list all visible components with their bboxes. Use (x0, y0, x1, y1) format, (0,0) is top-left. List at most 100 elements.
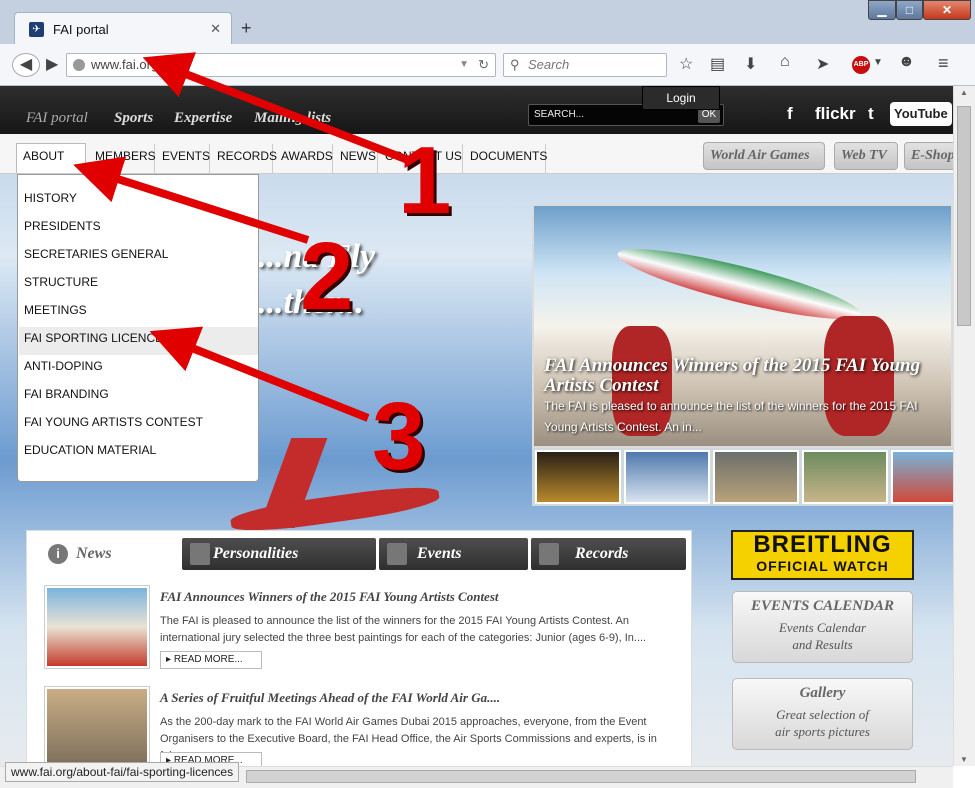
menu-hamburger-icon[interactable]: ≡ (938, 53, 949, 74)
gallery-box[interactable]: Gallery Great selection of air sports pi… (732, 678, 913, 750)
new-tab-icon[interactable]: + (241, 18, 252, 39)
tab-personalities[interactable]: Personalities (182, 538, 376, 570)
numeral-one-icon (190, 543, 210, 565)
news-body: The FAI is pleased to announce the list … (160, 615, 647, 644)
vertical-scroll-thumb[interactable] (957, 106, 971, 326)
thumbnail-trophies[interactable] (535, 450, 621, 504)
about-fai-dropdown: HISTORY PRESIDENTS SECRETARIES GENERAL S… (17, 174, 259, 482)
browser-titlebar: ✈ FAI portal ✕ + ▁ □ ✕ (0, 0, 975, 46)
home-icon[interactable]: ⌂ (780, 53, 790, 71)
thumbnail-pilot[interactable] (713, 450, 799, 504)
menu-awards[interactable]: AWARDS (275, 144, 333, 174)
world-air-games-pill[interactable]: World Air Games (703, 142, 825, 170)
dropdown-history[interactable]: HISTORY (19, 187, 258, 215)
tab-title: FAI portal (53, 22, 109, 37)
bookmark-star-icon[interactable]: ☆ (679, 54, 693, 74)
top-link-fai-portal[interactable]: FAI portal (26, 110, 88, 127)
reload-icon[interactable]: ↻ (478, 54, 489, 76)
site-top-strip: FAI portal Sports Expertise Mailing list… (0, 86, 953, 134)
featured-story-body: The FAI is pleased to announce the list … (544, 399, 918, 434)
thumbnail-glider[interactable] (624, 450, 710, 504)
menu-about-fai[interactable]: ABOUT FAI (16, 143, 86, 187)
menu-documents[interactable]: DOCUMENTS (464, 144, 547, 174)
browser-search-placeholder: Search (528, 57, 570, 72)
news-title[interactable]: A Series of Fruitful Meetings Ahead of t… (160, 690, 680, 706)
browser-tab[interactable]: ✈ FAI portal ✕ (14, 12, 232, 46)
tab-close-icon[interactable]: ✕ (210, 21, 221, 37)
adblock-icon[interactable]: ABP (852, 56, 870, 74)
vertical-scrollbar[interactable]: ▲ ▼ (953, 86, 975, 766)
annotation-number-2: 2 (300, 223, 354, 330)
browser-search-input[interactable]: ⚲ Search (503, 53, 667, 77)
smiley-icon[interactable]: ☻ (898, 53, 915, 71)
events-calendar-sub2: and Results (792, 637, 853, 652)
thumbnail-hall[interactable] (802, 450, 888, 504)
menu-members[interactable]: MEMBERS (89, 144, 156, 174)
tab-events-label: Events (417, 545, 462, 562)
top-link-sports[interactable]: Sports (114, 110, 153, 127)
scroll-up-icon[interactable]: ▲ (960, 88, 968, 97)
forward-icon[interactable]: ▶ (46, 54, 58, 74)
grid-icon (539, 543, 559, 565)
maximize-button[interactable]: □ (896, 0, 923, 20)
news-thumbnail[interactable] (44, 686, 150, 766)
flickr-icon[interactable]: flickr (815, 102, 856, 126)
facebook-icon[interactable]: f (787, 102, 793, 126)
twitter-icon[interactable]: t (868, 102, 874, 126)
dropdown-fai-branding[interactable]: FAI BRANDING (19, 383, 258, 411)
url-dropdown-icon[interactable]: ▼ (459, 54, 469, 76)
dropdown-secretaries-general[interactable]: SECRETARIES GENERAL (19, 243, 258, 271)
youtube-icon[interactable]: YouTube (890, 102, 952, 126)
news-title[interactable]: FAI Announces Winners of the 2015 FAI Yo… (160, 589, 680, 605)
horizontal-scroll-thumb[interactable] (246, 770, 916, 783)
menu-events[interactable]: EVENTS (156, 144, 210, 174)
dropdown-meetings[interactable]: MEETINGS (19, 299, 258, 327)
tab-personalities-label: Personalities (213, 545, 299, 562)
events-calendar-sub1: Events Calendar (778, 620, 866, 635)
web-page: FAI portal Sports Expertise Mailing list… (0, 86, 953, 766)
tab-events[interactable]: Events (379, 538, 528, 570)
thumbnail-artwork[interactable] (891, 450, 953, 504)
dropdown-education-material[interactable]: EDUCATION MATERIAL (19, 439, 258, 467)
close-window-button[interactable]: ✕ (923, 0, 971, 20)
top-link-expertise[interactable]: Expertise (174, 110, 232, 127)
tab-news[interactable]: News (76, 545, 112, 563)
download-icon[interactable]: ⬇ (744, 54, 757, 74)
menu-news[interactable]: NEWS (334, 144, 378, 174)
tab-records-label: Records (575, 545, 629, 562)
smoke-trail-image (613, 236, 865, 332)
dropdown-presidents[interactable]: PRESIDENTS (19, 215, 258, 243)
reading-list-icon[interactable]: ▤ (710, 54, 725, 74)
read-more-button[interactable]: ▸ READ MORE... (160, 651, 262, 669)
info-icon: i (48, 544, 68, 564)
breitling-ad[interactable]: BREITLING OFFICIAL WATCH (731, 530, 914, 580)
news-thumbnail[interactable] (44, 585, 150, 669)
scroll-down-icon[interactable]: ▼ (960, 755, 968, 764)
gallery-sub2: air sports pictures (775, 724, 870, 739)
breitling-line-1: BREITLING (753, 531, 892, 558)
minimize-button[interactable]: ▁ (868, 0, 896, 20)
menu-records[interactable]: RECORDS (211, 144, 277, 174)
dropdown-fai-sporting-licences[interactable]: FAI SPORTING LICENCES (19, 327, 258, 355)
site-search-placeholder: SEARCH... (534, 109, 585, 120)
web-tv-pill[interactable]: Web TV (834, 142, 898, 170)
events-calendar-box[interactable]: EVENTS CALENDAR Events Calendar and Resu… (732, 591, 913, 663)
top-link-mailing-lists[interactable]: Mailing lists (254, 110, 331, 127)
url-text: www.fai.org (91, 57, 159, 72)
url-bar[interactable]: www.fai.org ▼ ↻ (66, 53, 496, 77)
events-calendar-title: EVENTS CALENDAR (751, 598, 894, 614)
featured-story-image[interactable]: FAI Announces Winners of the 2015 FAI Yo… (532, 204, 953, 448)
dropdown-young-artists-contest[interactable]: FAI YOUNG ARTISTS CONTEST (19, 411, 258, 439)
featured-thumbnail-strip (532, 448, 953, 506)
dropdown-anti-doping[interactable]: ANTI-DOPING (19, 355, 258, 383)
e-shop-pill[interactable]: E-Shop (904, 142, 953, 170)
send-icon[interactable]: ➤ (816, 54, 829, 74)
dropdown-structure[interactable]: STRUCTURE (19, 271, 258, 299)
back-icon[interactable]: ◀ (12, 53, 40, 77)
tab-records[interactable]: Records (531, 538, 686, 570)
login-button[interactable]: Login (642, 86, 720, 110)
featured-story-title[interactable]: FAI Announces Winners of the 2015 FAI Yo… (544, 356, 939, 396)
breitling-line-2: OFFICIAL WATCH (756, 558, 889, 574)
adblock-dropdown-icon[interactable]: ▼ (873, 57, 883, 68)
search-icon: ⚲ (510, 57, 520, 72)
